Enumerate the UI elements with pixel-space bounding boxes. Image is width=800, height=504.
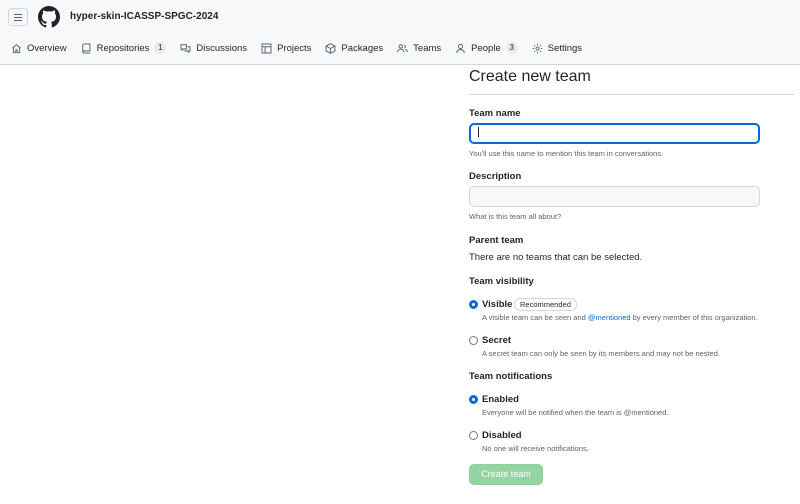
team-name-input[interactable] <box>469 123 760 144</box>
notifications-enabled-radio[interactable] <box>469 395 478 404</box>
text-caret <box>478 127 479 137</box>
team-name-label: Team name <box>469 108 521 119</box>
tab-discussions-label: Discussions <box>196 42 248 54</box>
team-name-wrapper <box>469 123 760 144</box>
visible-desc-after: by every member of this organization. <box>630 313 758 322</box>
visibility-visible-desc: A visible team can be seen and @mentione… <box>482 313 758 322</box>
description-label: Description <box>469 171 522 182</box>
repositories-counter: 1 <box>154 42 167 54</box>
table-icon <box>261 43 272 53</box>
create-team-button[interactable]: Create team <box>469 464 543 485</box>
description-hint: What is this team all about? <box>469 212 562 221</box>
tab-teams[interactable]: Teams <box>391 38 447 58</box>
notifications-disabled-label[interactable]: Disabled <box>482 430 522 441</box>
tab-packages[interactable]: Packages <box>319 38 389 58</box>
visibility-secret-radio[interactable] <box>469 336 478 345</box>
visibility-secret-label[interactable]: Secret <box>482 335 511 346</box>
org-nav: Overview Repositories 1 Discussions Proj… <box>0 38 590 65</box>
hamburger-menu-button[interactable] <box>8 8 28 26</box>
tab-settings-label: Settings <box>547 42 583 54</box>
home-icon <box>12 43 21 53</box>
tab-projects-label: Projects <box>277 42 312 54</box>
title-divider <box>469 94 794 95</box>
tab-settings[interactable]: Settings <box>526 38 588 58</box>
page-title: Create new team <box>469 68 591 85</box>
person-icon <box>456 43 465 53</box>
notifications-enabled-label[interactable]: Enabled <box>482 394 519 405</box>
visibility-secret-desc: A secret team can only be seen by its me… <box>482 349 721 358</box>
package-icon <box>325 42 336 54</box>
repo-icon <box>81 43 91 53</box>
org-header: hyper-skin-ICASSP-SPGC-2024 Overview Rep… <box>0 0 800 65</box>
notifications-disabled-radio[interactable] <box>469 431 478 440</box>
tab-discussions[interactable]: Discussions <box>174 38 253 58</box>
visibility-visible-label[interactable]: Visible <box>482 299 512 310</box>
people-counter: 3 <box>505 42 518 54</box>
tab-repositories[interactable]: Repositories 1 <box>75 38 173 58</box>
tab-people[interactable]: People 3 <box>449 38 524 58</box>
hamburger-icon-line <box>14 19 22 21</box>
people-icon <box>397 43 408 52</box>
tab-people-label: People <box>471 42 501 54</box>
parent-team-label: Parent team <box>469 235 524 246</box>
comment-discussion-icon <box>180 43 191 53</box>
team-name-hint: You'll use this name to mention this tea… <box>469 149 664 158</box>
visible-desc-before: A visible team can be seen and <box>482 313 588 322</box>
org-name[interactable]: hyper-skin-ICASSP-SPGC-2024 <box>70 11 218 22</box>
mentioned-link[interactable]: @mentioned <box>588 313 631 322</box>
tab-repositories-label: Repositories <box>96 42 150 54</box>
description-input[interactable] <box>469 186 760 207</box>
tab-teams-label: Teams <box>413 42 442 54</box>
notifications-enabled-desc: Everyone will be notified when the team … <box>482 408 669 417</box>
tab-projects[interactable]: Projects <box>255 38 317 58</box>
visibility-visible-radio[interactable] <box>469 300 478 309</box>
team-visibility-label: Team visibility <box>469 276 534 287</box>
team-notifications-label: Team notifications <box>469 371 553 382</box>
recommended-badge: Recommended <box>514 298 577 311</box>
gear-icon <box>532 43 543 53</box>
notifications-disabled-desc: No one will receive notifications. <box>482 444 589 453</box>
tab-packages-label: Packages <box>341 42 384 54</box>
tab-overview-label: Overview <box>27 42 67 54</box>
github-logo-icon[interactable] <box>38 6 60 28</box>
hamburger-icon-line <box>14 16 22 18</box>
hamburger-icon-line <box>14 13 22 15</box>
tab-overview[interactable]: Overview <box>5 38 73 58</box>
parent-team-empty-text: There are no teams that can be selected. <box>469 252 643 263</box>
